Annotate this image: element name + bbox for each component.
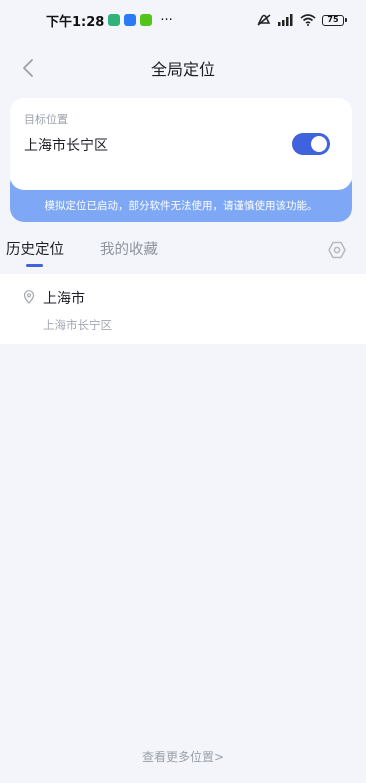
target-label: 目标位置 [24,113,68,126]
back-button[interactable] [14,54,42,82]
wifi-icon [300,14,316,26]
view-more-link[interactable]: 查看更多位置> [0,748,366,765]
status-more-icon: ··· [160,12,173,28]
status-time: 下午1:28 [46,14,105,30]
history-list: 上海市 上海市长宁区 [0,274,366,344]
history-item[interactable]: 上海市 上海市长宁区 [0,274,366,344]
notice-text: 模拟定位已启动，部分软件无法使用，请谨慎使用该功能。 [44,200,318,212]
status-bar: 下午1:28 ··· 75 [0,0,366,40]
mute-icon [257,14,271,26]
page-title: 全局定位 [150,60,215,79]
status-left: 下午1:28 ··· [46,11,173,30]
notification-app-icon [140,14,153,26]
page: 下午1:28 ··· 75 全局定位 模拟定位已启动，部分软件无法使用，请谨慎使… [0,0,366,783]
tab-favorites[interactable]: 我的收藏 [100,238,158,259]
toggle-knob [311,136,327,152]
location-pin-icon [23,290,35,304]
battery-icon: 75 [322,14,347,26]
status-right: 75 [256,13,347,27]
target-location-card: 目标位置 上海市长宁区 [10,98,352,190]
header: 全局定位 [0,50,366,86]
notification-app-icon [124,14,137,26]
tab-active-indicator [26,264,43,267]
tab-history[interactable]: 历史定位 [6,238,64,259]
history-item-subtitle: 上海市长宁区 [43,318,112,332]
settings-button[interactable] [327,240,347,260]
tab-bar: 历史定位 我的收藏 [0,236,366,272]
history-item-title: 上海市 [43,291,85,307]
target-value: 上海市长宁区 [24,138,108,154]
mock-location-toggle[interactable] [292,133,330,155]
signal-icon [278,14,293,26]
hexagon-settings-icon [328,241,346,259]
notification-app-icon [108,14,121,26]
chevron-left-icon [23,59,33,77]
